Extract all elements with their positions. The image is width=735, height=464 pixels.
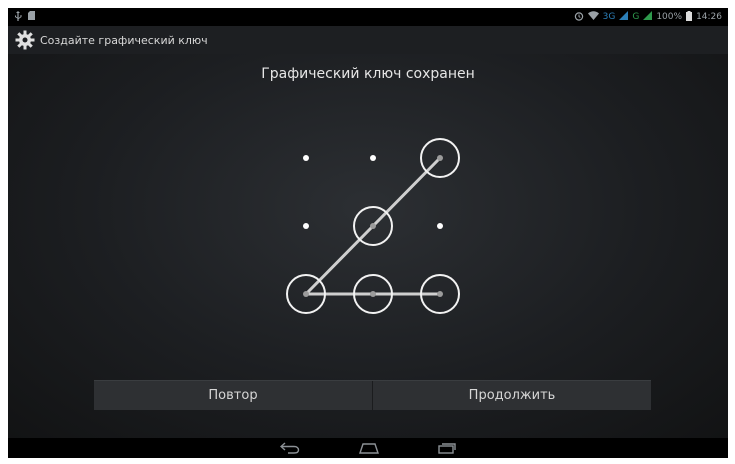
back-icon[interactable] bbox=[279, 439, 300, 458]
pattern-segment-1 bbox=[371, 156, 442, 228]
device-screen: 3G G 100% 14:26 Создайте графический клю… bbox=[8, 8, 728, 458]
network-g: G bbox=[632, 12, 640, 22]
battery-icon bbox=[686, 10, 693, 24]
status-left bbox=[8, 10, 35, 24]
home-icon[interactable] bbox=[358, 439, 380, 458]
status-bar: 3G G 100% 14:26 bbox=[8, 8, 728, 26]
recents-icon[interactable] bbox=[438, 439, 456, 458]
battery-percent: 100% bbox=[656, 12, 683, 22]
button-bar: Повтор Продолжить bbox=[94, 380, 651, 410]
alarm-icon bbox=[574, 11, 584, 24]
navigation-bar bbox=[8, 438, 728, 458]
status-right: 3G G 100% 14:26 bbox=[574, 10, 728, 24]
signal-icon bbox=[643, 11, 653, 23]
pattern-node-1-1[interactable] bbox=[353, 206, 393, 246]
signal-3g-icon bbox=[619, 11, 629, 23]
pattern-node-0-1[interactable] bbox=[370, 155, 376, 161]
clock: 14:26 bbox=[696, 12, 722, 22]
wifi-icon bbox=[587, 11, 599, 23]
retry-button[interactable]: Повтор bbox=[94, 381, 372, 410]
gear-icon[interactable] bbox=[14, 29, 36, 51]
sd-icon bbox=[28, 11, 35, 23]
pattern-node-1-0[interactable] bbox=[303, 223, 309, 229]
action-bar: Создайте графический ключ bbox=[8, 26, 728, 54]
usb-icon bbox=[14, 10, 22, 24]
pattern-node-0-0[interactable] bbox=[303, 155, 309, 161]
pattern-segment-0 bbox=[304, 224, 375, 296]
continue-button[interactable]: Продолжить bbox=[372, 381, 651, 410]
network-3g: 3G bbox=[602, 12, 616, 22]
pattern-node-1-2[interactable] bbox=[437, 223, 443, 229]
pattern-screen: Графический ключ сохранен Повтор Продолж… bbox=[8, 54, 728, 438]
page-title: Создайте графический ключ bbox=[40, 33, 208, 47]
pattern-node-0-2[interactable] bbox=[420, 138, 460, 178]
